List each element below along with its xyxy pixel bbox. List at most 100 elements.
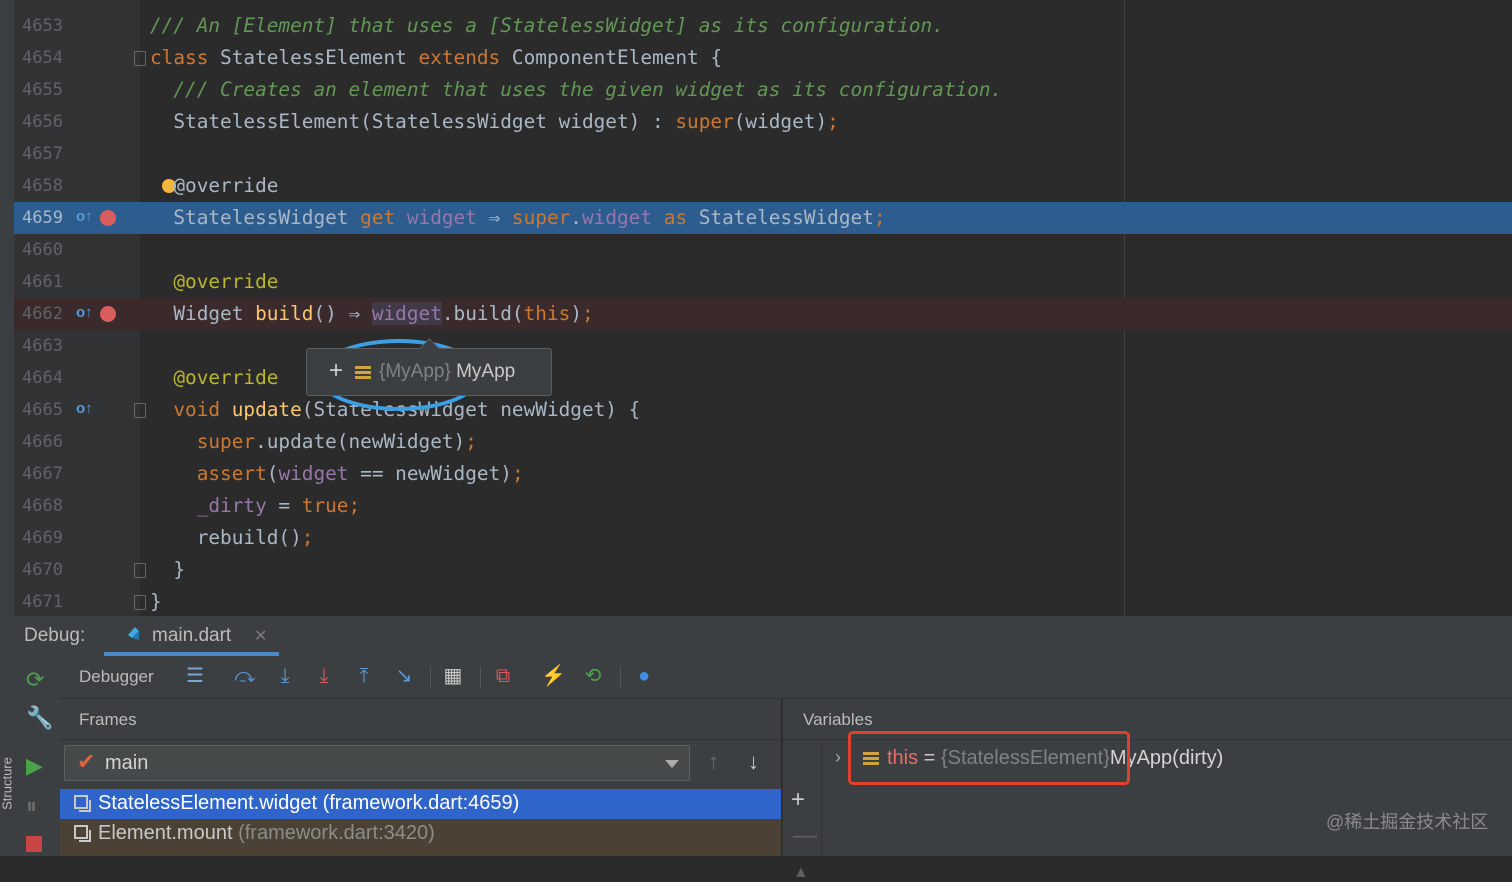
line-number[interactable]: 4657 [22,138,63,170]
left-tool-strip: Structure [0,0,15,856]
variables-title: Variables [803,710,873,729]
line-number[interactable]: 4665 [22,394,63,426]
line-number[interactable]: 4655 [22,74,63,106]
code-line[interactable]: 4664 @override [14,362,1512,394]
hot-restart-icon[interactable]: ⟲ [581,664,605,688]
remove-watch-icon[interactable]: — [793,822,817,850]
code-line[interactable]: 4657 [14,138,1512,170]
code-line[interactable]: 4671} [14,586,1512,616]
line-number[interactable]: 4669 [22,522,63,554]
code-line[interactable]: 4659 o↑ StatelessWidget get widget ⇒ supe… [14,202,1512,234]
override-gutter-icon[interactable]: o↑ [76,304,93,321]
code-token: build [255,302,314,325]
line-number[interactable]: 4662 [22,298,63,330]
code-line[interactable]: 4670 } [14,554,1512,586]
line-number[interactable]: 4654 [22,42,63,74]
code-line[interactable]: 4667 assert(widget == newWidget); [14,458,1512,490]
run-to-cursor-icon[interactable]: ↘ [392,664,416,688]
code-token: ) [570,302,582,325]
line-number[interactable]: 4658 [22,170,63,202]
frame-icon [74,825,91,842]
code-token: StatelessWidget [698,206,874,229]
rerun-icon[interactable]: ⟳ [26,668,44,692]
override-gutter-icon[interactable]: o↑ [76,208,93,225]
code-line[interactable]: 4655 /// Creates an element that uses th… [14,74,1512,106]
fold-marker-icon[interactable] [134,51,146,66]
line-number[interactable]: 4668 [22,490,63,522]
code-text: @override [150,362,278,394]
code-token: super [675,110,734,133]
line-number[interactable]: 4664 [22,362,63,394]
breakpoint-icon[interactable] [100,210,116,226]
step-over-icon[interactable]: ⤼ [233,664,257,688]
line-number[interactable]: 4671 [22,586,63,616]
line-number[interactable]: 4656 [22,106,63,138]
tab-main-dart[interactable]: main.dart ✕ [104,616,279,656]
code-token: } [150,590,162,613]
code-text: _dirty = true; [150,490,360,522]
code-editor[interactable]: 4653 /// An [Element] that uses a [Statel… [14,0,1512,616]
line-number[interactable]: 4670 [22,554,63,586]
code-token: widget [371,302,442,325]
code-token: this [523,302,571,325]
frame-row[interactable]: Element.mount (framework.dart:3420) [60,819,781,856]
override-gutter-icon[interactable]: o↑ [76,400,93,417]
wrench-icon[interactable]: 🔧 [26,706,53,730]
fold-marker-icon[interactable] [134,403,146,418]
step-out-icon[interactable]: ⤒ [352,664,376,688]
resume-icon[interactable]: ▶ [26,754,43,778]
line-number[interactable]: 4660 [22,234,63,266]
line-number[interactable]: 4667 [22,458,63,490]
pause-icon[interactable]: ⏸ [26,794,37,818]
debugger-tab[interactable]: Debugger [79,667,154,687]
code-line[interactable]: 4668 _dirty = true; [14,490,1512,522]
code-line[interactable]: 4662 o↑ Widget build() ⇒ widget.build(thi… [14,298,1512,330]
line-number[interactable]: 4666 [22,426,63,458]
tooltip-type: {MyApp} [379,361,457,382]
fold-marker-icon[interactable] [134,595,146,610]
code-token: . [570,206,582,229]
chevron-right-icon[interactable]: › [835,747,841,768]
code-line[interactable]: 4665 o↑ void update(StatelessWidget newWi… [14,394,1512,426]
code-line[interactable]: 4661 @override [14,266,1512,298]
toolbar-separator [480,666,481,688]
code-line[interactable]: 4658 @override [14,170,1512,202]
fold-marker-icon[interactable] [134,563,146,578]
evaluate-expression-icon[interactable]: ▦ [441,664,465,688]
code-line[interactable]: 4666 super.update(newWidget); [14,426,1512,458]
dart-devtools-icon[interactable]: ● [632,664,656,688]
previous-frame-icon[interactable]: ↑ [708,749,719,775]
code-line[interactable]: 4663 [14,330,1512,362]
structure-tool-tab[interactable]: Structure [0,751,15,817]
code-line[interactable]: 4653 /// An [Element] that uses a [Statel… [14,10,1512,42]
stop-icon[interactable] [26,836,42,852]
toolbar-separator [620,666,621,688]
code-token: super [150,430,256,453]
force-step-into-icon[interactable]: ⤓ [312,664,336,688]
code-line[interactable]: 4654 class StatelessElement extends Compo… [14,42,1512,74]
code-line[interactable]: 4656 StatelessElement(StatelessWidget wi… [14,106,1512,138]
drop-frame-icon[interactable]: ⧉ [491,664,515,688]
hot-reload-icon[interactable]: ⚡ [541,664,566,688]
expand-plus-icon[interactable]: + [329,357,343,385]
code-text: StatelessElement(StatelessWidget widget)… [150,106,838,138]
variables-tools: + — ▲ [783,740,822,881]
thread-select[interactable]: ✔ main [64,745,690,781]
breakpoint-icon[interactable] [100,306,116,322]
close-icon[interactable]: ✕ [254,626,267,646]
code-text: /// An [Element] that uses a [StatelessW… [150,10,944,42]
move-up-icon[interactable]: ▲ [793,864,809,882]
line-number[interactable]: 4659 [22,202,63,234]
line-number[interactable]: 4653 [22,10,63,42]
frame-icon [74,795,91,812]
code-line[interactable]: 4660 [14,234,1512,266]
frames-panel: Frames ✔ main ↑ ↓ StatelessElement.widge… [60,699,781,856]
next-frame-icon[interactable]: ↓ [748,749,759,775]
code-line[interactable]: 4669 rebuild(); [14,522,1512,554]
line-number[interactable]: 4661 [22,266,63,298]
step-into-icon[interactable]: ⤓ [273,664,297,688]
show-execution-point-icon[interactable]: ☰ [183,664,207,688]
frame-row[interactable]: StatelessElement.widget (framework.dart:… [60,789,781,819]
add-watch-icon[interactable]: + [791,786,805,814]
line-number[interactable]: 4663 [22,330,63,362]
